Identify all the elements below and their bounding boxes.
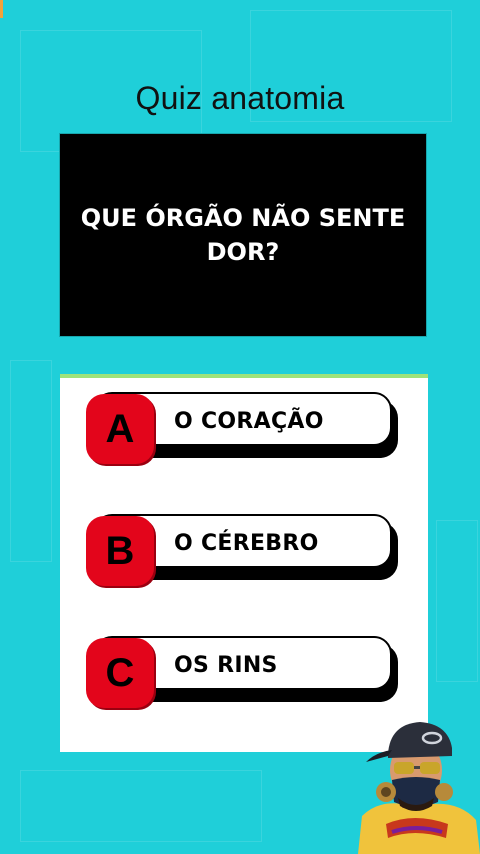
option-c-letter: C [86,638,154,708]
background-tile [10,360,52,562]
background-tile [436,520,478,682]
corner-mark [0,0,3,18]
option-b-letter: B [86,516,154,586]
question-box: QUE ÓRGÃO NÃO SENTE DOR? [60,134,426,336]
option-c[interactable]: OS RINS C [86,636,402,708]
character-with-cap-and-mask-icon [358,722,480,854]
option-b-text: O CÉREBRO [174,531,319,556]
quiz-title: Quiz anatomia [135,80,345,116]
option-a-text: O CORAÇÃO [174,409,324,434]
option-c-text: OS RINS [174,653,278,678]
option-b[interactable]: O CÉREBRO B [86,514,402,586]
question-text: QUE ÓRGÃO NÃO SENTE DOR? [80,204,406,266]
background-tile [20,770,262,842]
option-a-letter: A [86,394,154,464]
answers-panel: O CORAÇÃO A O CÉREBRO B OS RINS C [60,374,428,752]
option-a[interactable]: O CORAÇÃO A [86,392,402,464]
